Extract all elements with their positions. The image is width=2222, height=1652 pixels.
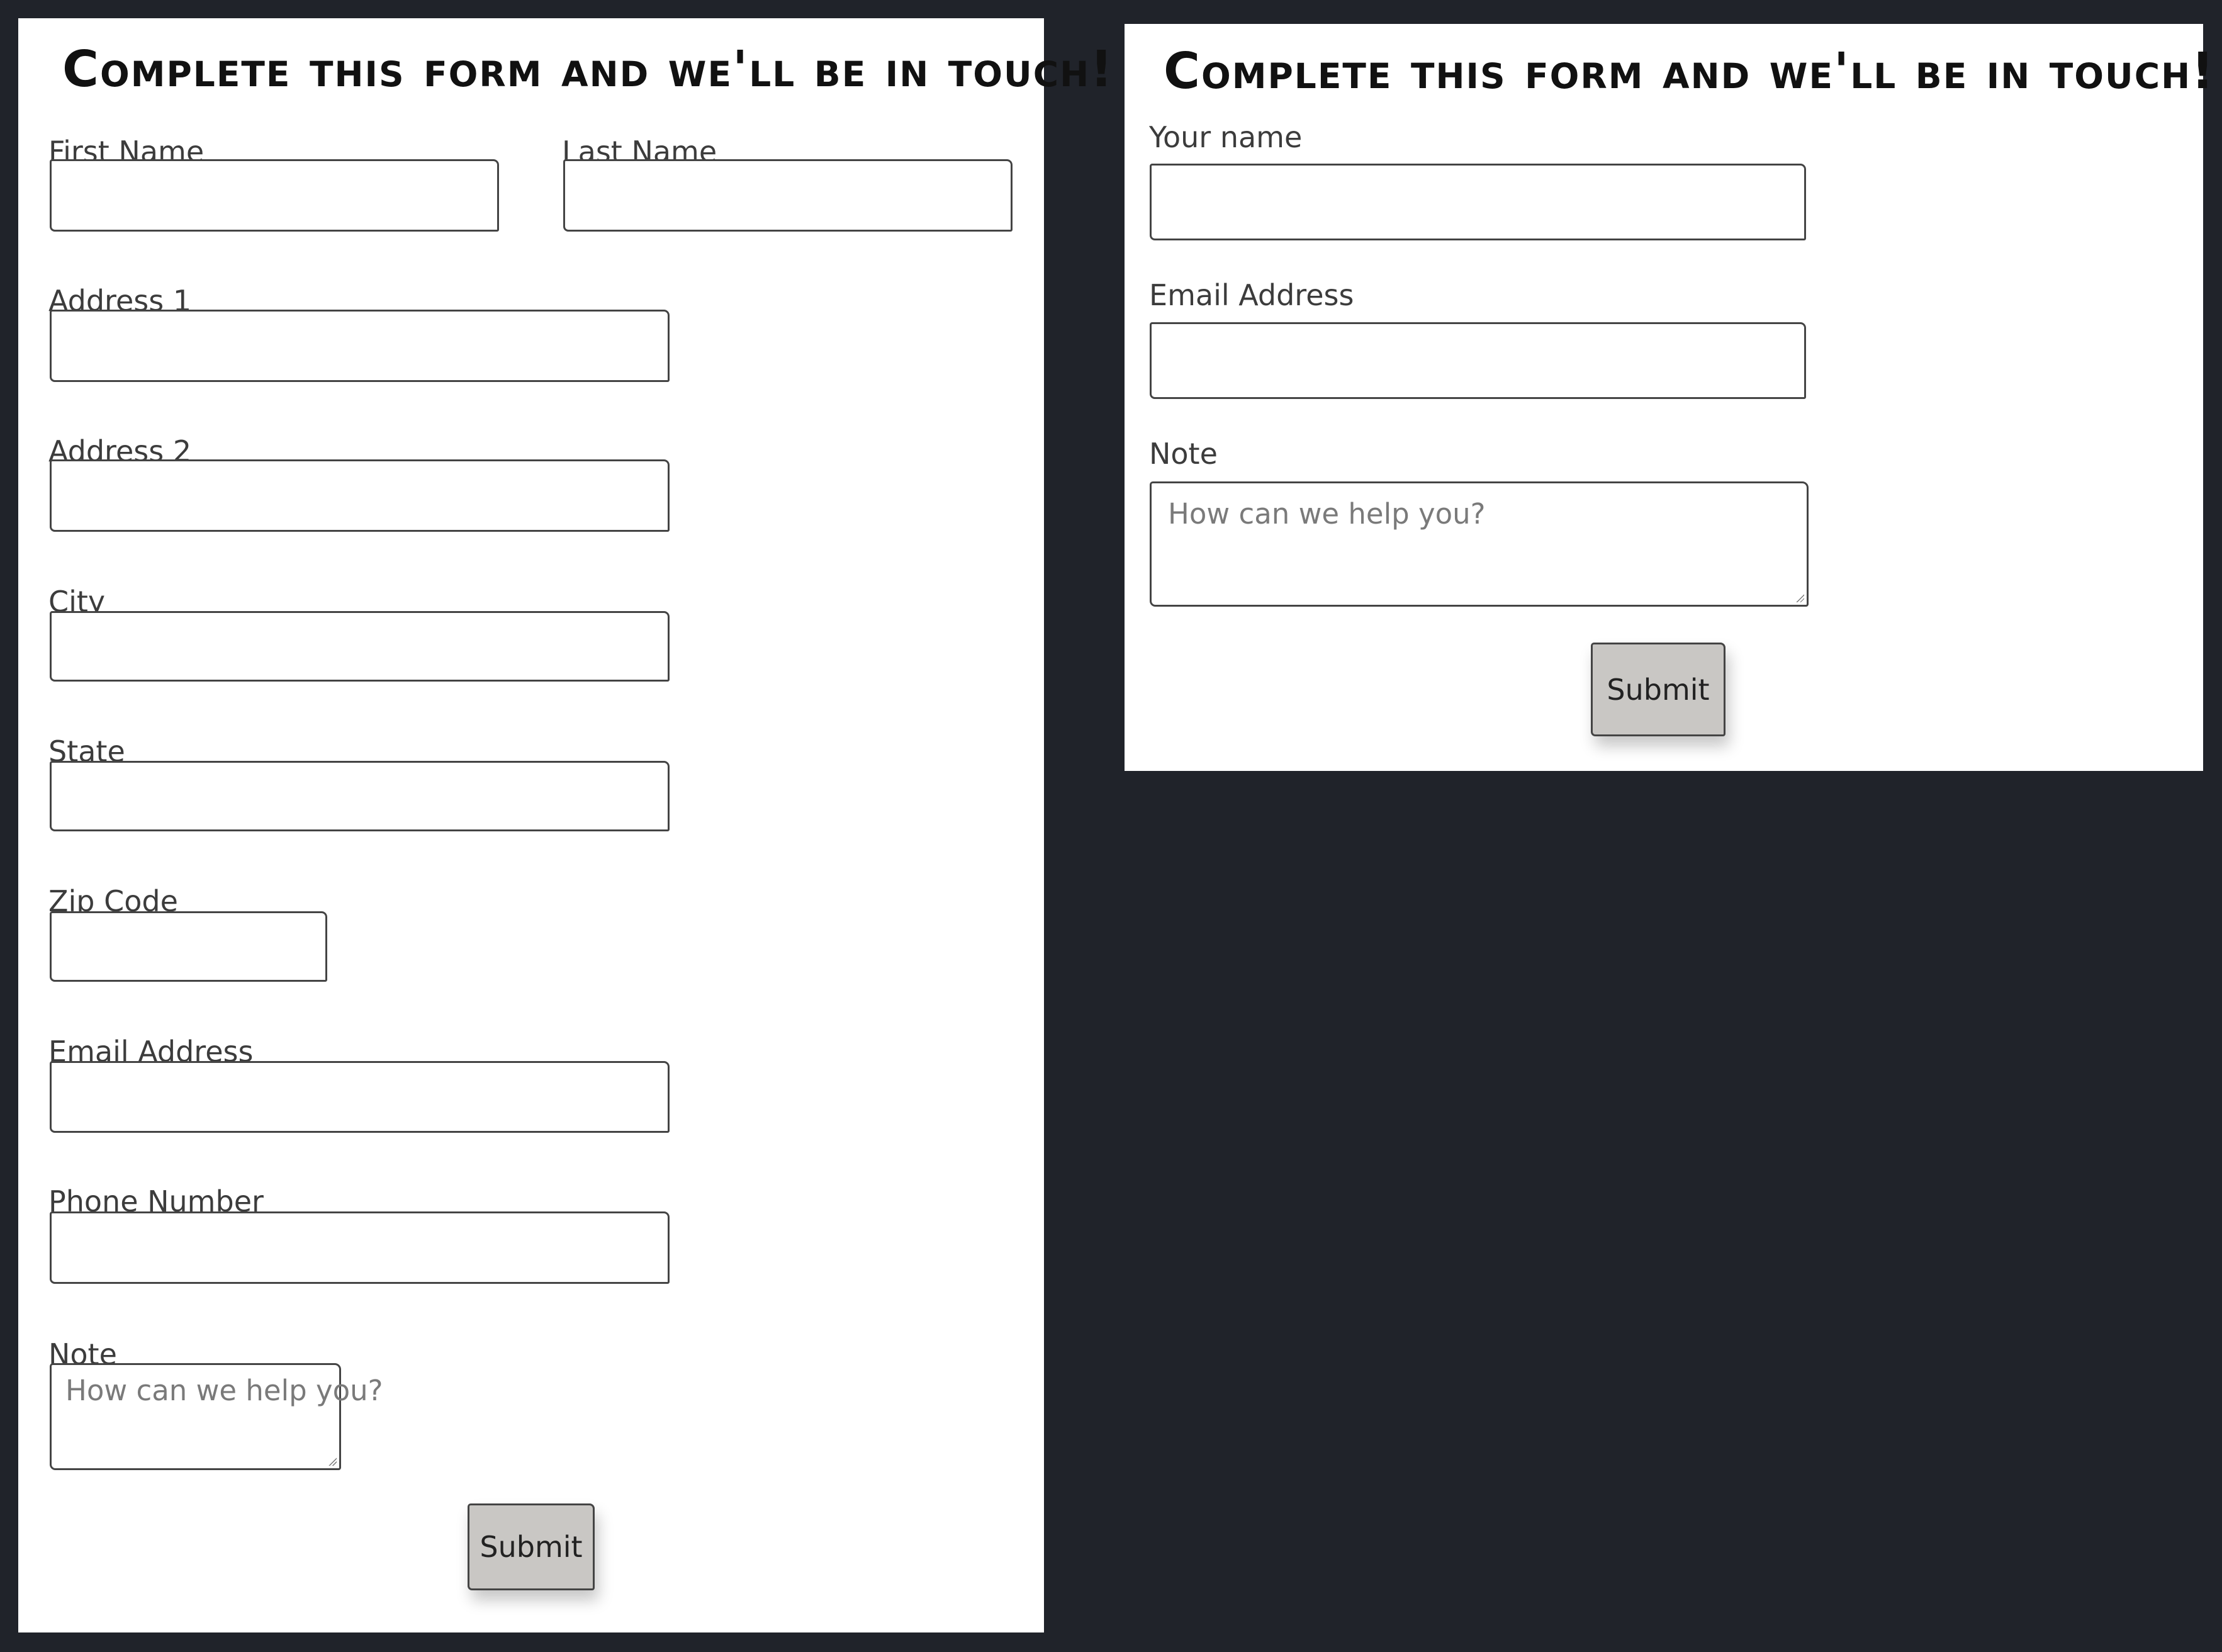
note-placeholder: How can we help you? bbox=[1168, 497, 1486, 531]
form-title: Complete this form and we'll be in touch… bbox=[1164, 42, 2216, 100]
city-input[interactable] bbox=[50, 611, 670, 682]
address1-input[interactable] bbox=[50, 310, 670, 382]
short-contact-form: Complete this form and we'll be in touch… bbox=[1125, 24, 2214, 771]
email-address-label: Email Address bbox=[1149, 278, 1354, 312]
zip-code-input[interactable] bbox=[50, 911, 327, 982]
note-label: Note bbox=[1149, 437, 1218, 471]
note-textarea[interactable]: How can we help you? bbox=[50, 1363, 383, 1470]
form-title: Complete this form and we'll be in touch… bbox=[62, 40, 1114, 98]
submit-button[interactable]: Submit bbox=[468, 1503, 595, 1590]
your-name-label: Your name bbox=[1149, 120, 1303, 154]
last-name-input[interactable] bbox=[563, 159, 1013, 232]
address2-input[interactable] bbox=[50, 459, 670, 532]
note-textarea[interactable]: How can we help you? bbox=[1150, 481, 1809, 607]
email-address-input[interactable] bbox=[1150, 322, 1806, 399]
email-address-input[interactable] bbox=[50, 1061, 670, 1133]
state-input[interactable] bbox=[50, 761, 670, 831]
full-contact-form: Complete this form and we'll be in touch… bbox=[18, 18, 1113, 1632]
note-placeholder: How can we help you? bbox=[65, 1374, 383, 1407]
first-name-input[interactable] bbox=[50, 159, 499, 232]
your-name-input[interactable] bbox=[1150, 164, 1806, 240]
resize-handle-icon[interactable] bbox=[328, 1457, 337, 1466]
resize-handle-icon[interactable] bbox=[1795, 593, 1804, 602]
submit-button[interactable]: Submit bbox=[1591, 643, 1725, 736]
phone-number-input[interactable] bbox=[50, 1211, 670, 1284]
